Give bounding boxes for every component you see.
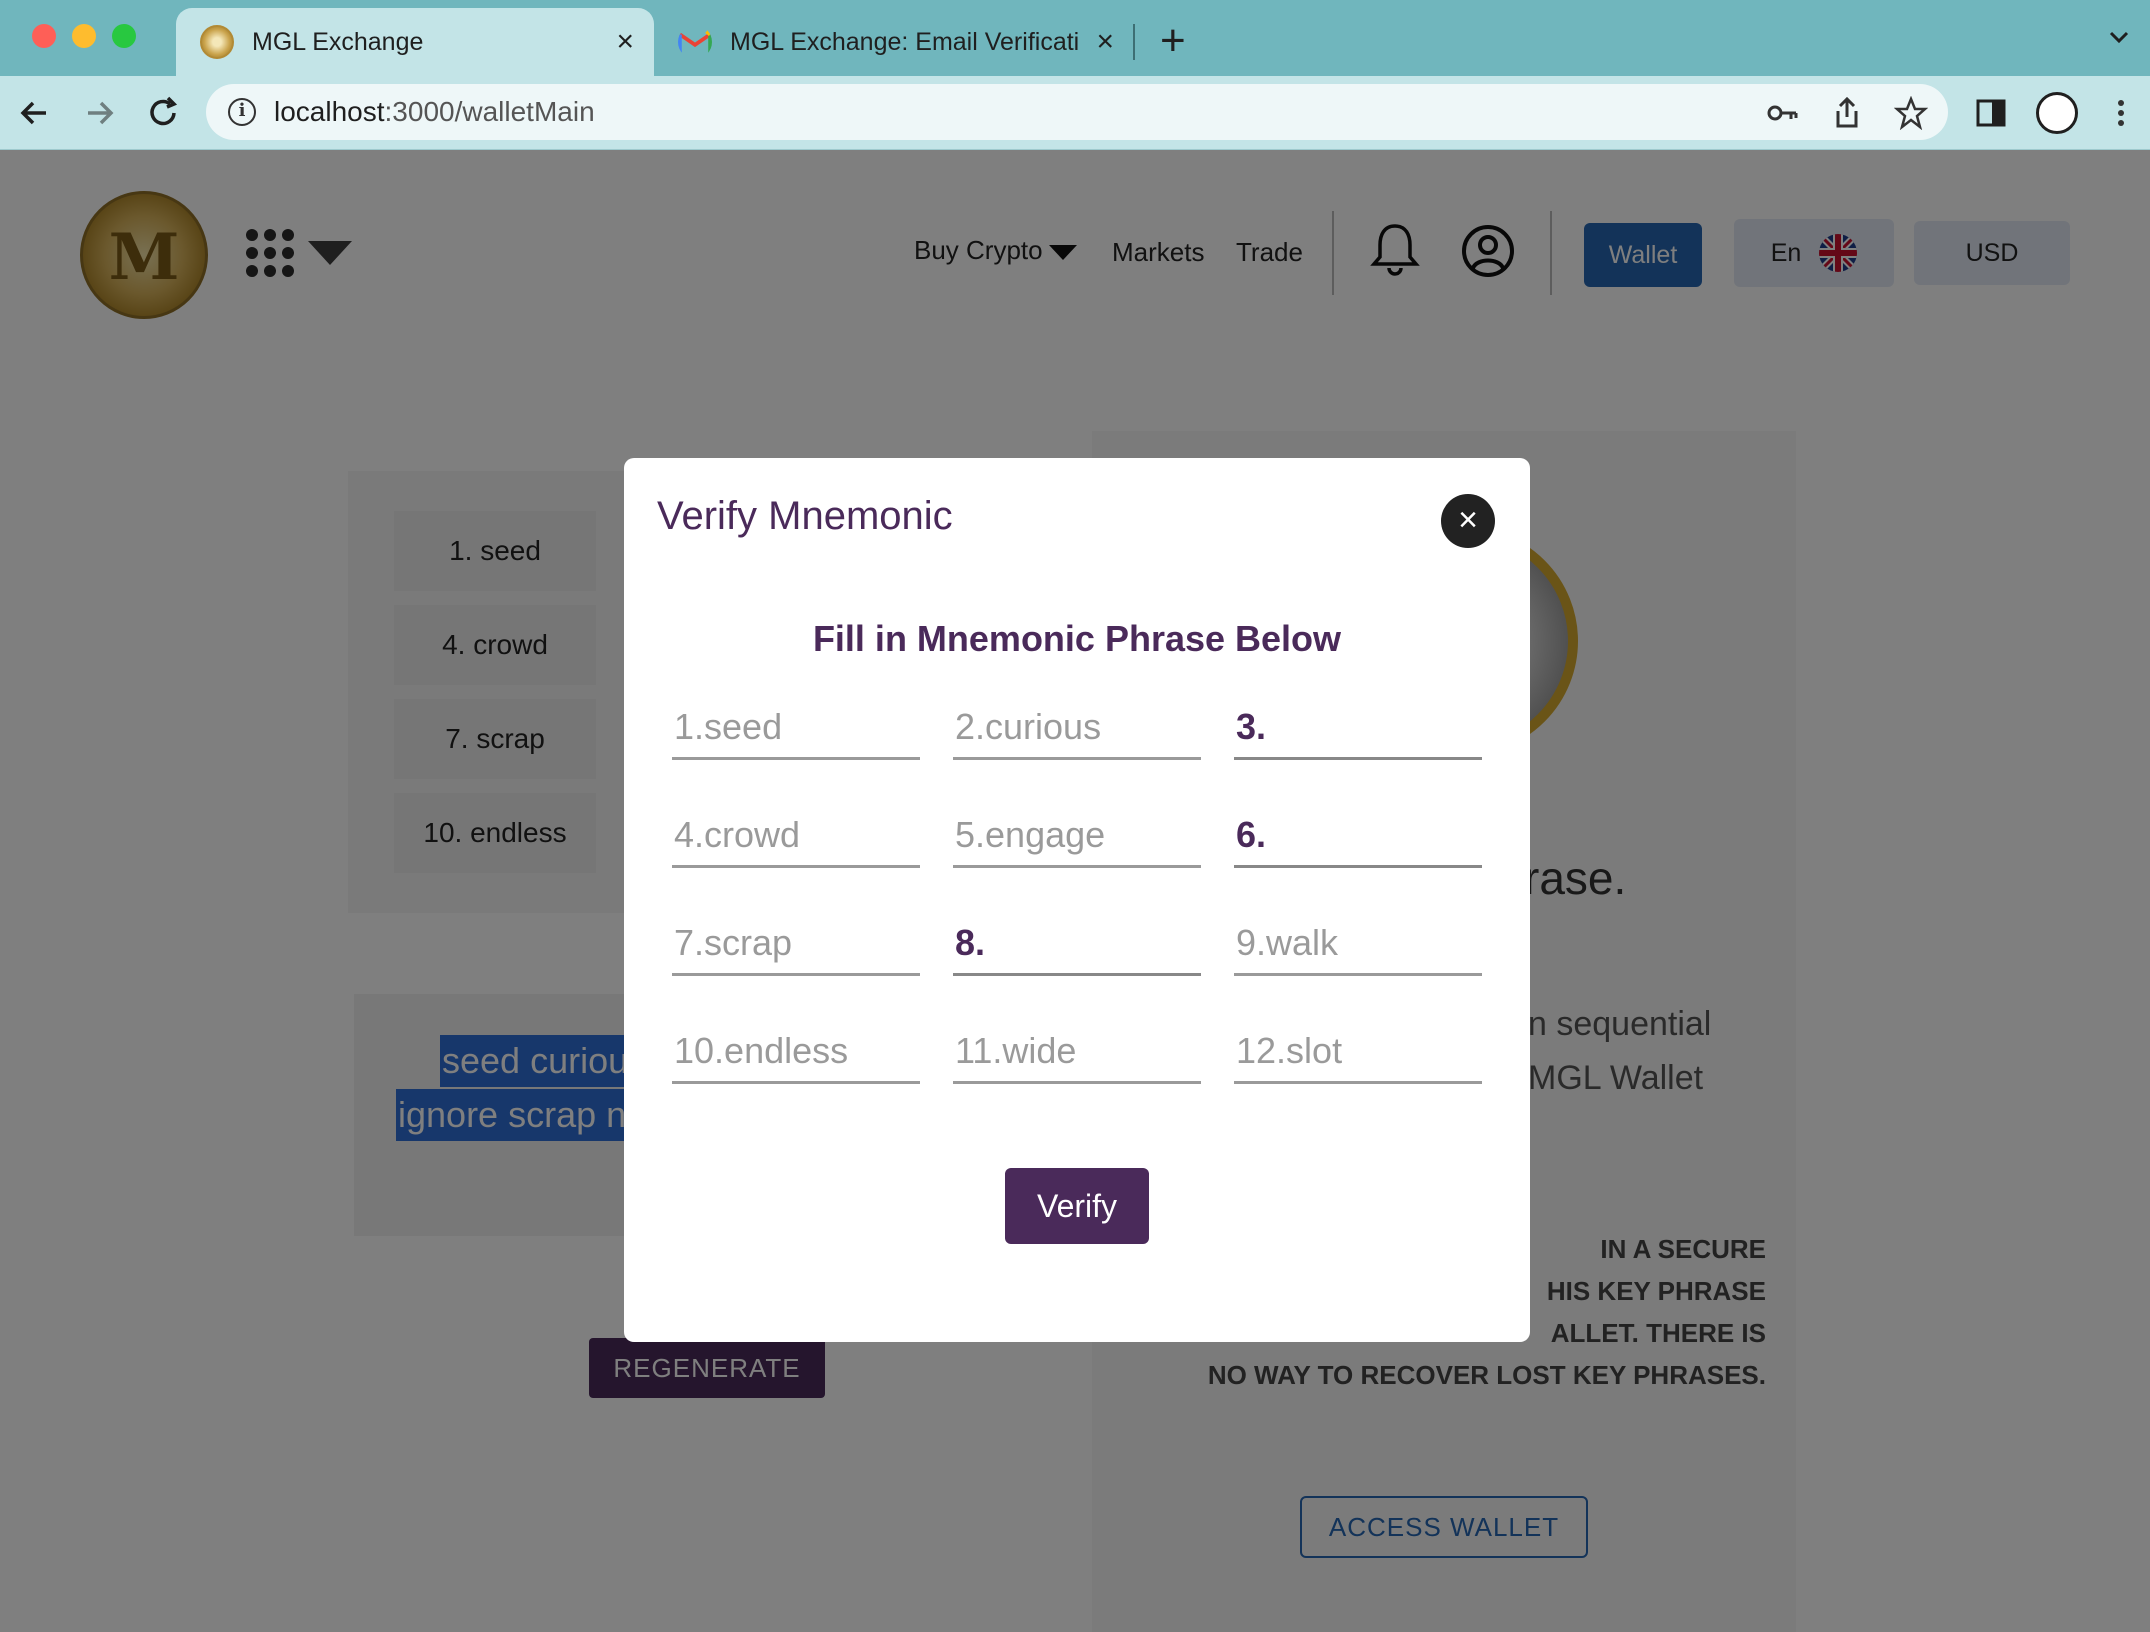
url-path: :3000/walletMain [384, 96, 595, 127]
mnemonic-field-7[interactable]: 7.scrap [672, 914, 920, 976]
tab-title: MGL Exchange [252, 27, 424, 56]
window-minimize-button[interactable] [72, 24, 96, 48]
mnemonic-field-9[interactable]: 9.walk [1234, 914, 1482, 976]
tab-email-verification[interactable]: MGL Exchange: Email Verificati × [664, 8, 1134, 76]
mnemonic-field-6[interactable]: 6. [1234, 806, 1482, 868]
url-text[interactable]: localhost:3000/walletMain [274, 94, 595, 130]
verify-mnemonic-modal: Verify Mnemonic × Fill in Mnemonic Phras… [624, 458, 1530, 1342]
browser-menu-icon[interactable] [2104, 96, 2138, 130]
mnemonic-field-11[interactable]: 11.wide [953, 1022, 1201, 1084]
bookmark-star-icon[interactable] [1894, 96, 1928, 130]
mnemonic-field-12[interactable]: 12.slot [1234, 1022, 1482, 1084]
share-icon[interactable] [1830, 96, 1864, 130]
reload-icon[interactable] [144, 94, 182, 132]
mnemonic-field-5[interactable]: 5.engage [953, 806, 1201, 868]
tab-title: MGL Exchange: Email Verificati [730, 27, 1080, 56]
mnemonic-field-1[interactable]: 1.seed [672, 698, 920, 760]
site-info-icon[interactable]: i [228, 98, 256, 126]
tab-close-icon[interactable]: × [616, 25, 634, 59]
key-icon[interactable] [1766, 96, 1800, 130]
mnemonic-field-4[interactable]: 4.crowd [672, 806, 920, 868]
side-panel-icon[interactable] [1974, 96, 2008, 130]
modal-title: Verify Mnemonic [657, 494, 953, 538]
mgl-favicon-icon [200, 25, 234, 59]
window-close-button[interactable] [32, 24, 56, 48]
browser-profile-avatar[interactable] [2036, 92, 2078, 134]
mnemonic-field-2[interactable]: 2.curious [953, 698, 1201, 760]
tab-search-chevron-icon[interactable] [2108, 26, 2130, 48]
modal-close-button[interactable]: × [1441, 494, 1495, 548]
tab-mgl-exchange[interactable]: MGL Exchange × [176, 8, 654, 76]
gmail-icon [678, 30, 712, 54]
window-maximize-button[interactable] [112, 24, 136, 48]
mnemonic-field-3[interactable]: 3. [1234, 698, 1482, 760]
tab-separator [1133, 24, 1135, 60]
mnemonic-field-8[interactable]: 8. [953, 914, 1201, 976]
url-host: localhost [274, 96, 385, 127]
new-tab-icon[interactable]: + [1160, 16, 1186, 66]
back-arrow-icon[interactable] [16, 94, 54, 132]
browser-tab-bar: MGL Exchange × MGL Exchange: Email Verif… [0, 0, 2150, 76]
tab-close-icon[interactable]: × [1096, 25, 1114, 59]
verify-button[interactable]: Verify [1005, 1168, 1149, 1244]
modal-subtitle: Fill in Mnemonic Phrase Below [812, 618, 1342, 659]
forward-arrow-icon[interactable] [80, 94, 118, 132]
mnemonic-field-10[interactable]: 10.endless [672, 1022, 920, 1084]
